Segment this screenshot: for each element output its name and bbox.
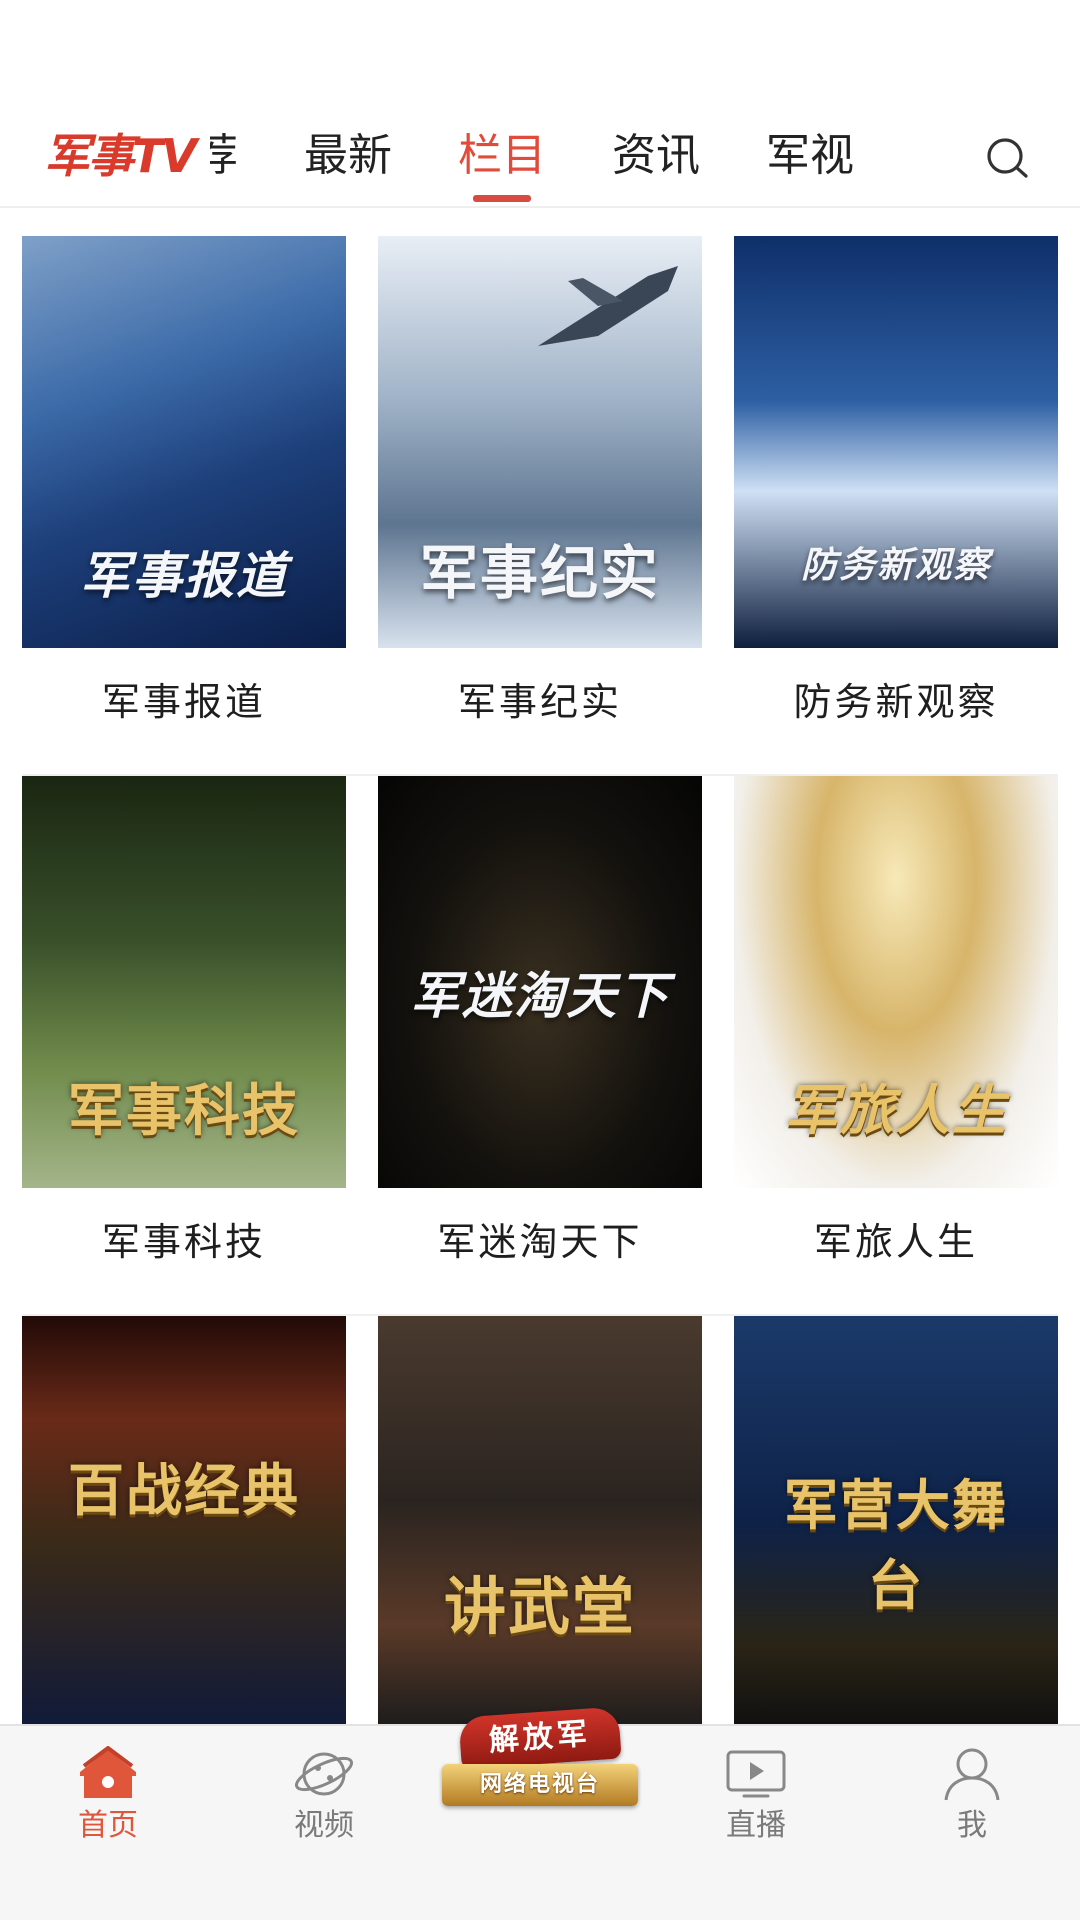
program-card[interactable]: 军迷淘天下 军迷淘天下 (378, 776, 702, 1314)
program-card[interactable]: 军事科技 军事科技 (22, 776, 346, 1314)
tab-latest[interactable]: 最新 (304, 118, 392, 194)
program-title: 军迷淘天下 (437, 1220, 643, 1264)
center-logo-top: 解放军 (458, 1706, 622, 1770)
program-poster: 军事报道 (22, 236, 346, 648)
program-title: 军旅人生 (813, 1220, 978, 1264)
category-tabs: 推荐 最新 栏目 资讯 军视 (210, 118, 938, 208)
program-row: 军事科技 军事科技 军迷淘天下 军迷淘天下 军旅人生 军旅人生 (22, 776, 1058, 1316)
poster-title: 军营大舞台 (784, 1474, 1008, 1617)
program-card[interactable]: 军事纪实 军事纪实 (378, 236, 702, 774)
search-icon[interactable] (984, 134, 1032, 182)
program-card[interactable]: 防务新观察 防务新观察 (734, 236, 1058, 774)
program-poster: 军事科技 (22, 776, 346, 1188)
nav-me-label: 我 (957, 1808, 987, 1843)
play-screen-icon (726, 1750, 786, 1798)
program-title: 防务新观察 (793, 680, 999, 724)
tab-recommend[interactable]: 推荐 (210, 118, 238, 194)
poster-title: 军事科技 (68, 1079, 300, 1144)
program-poster: 军营大舞台 (734, 1316, 1058, 1728)
user-icon (944, 1748, 1000, 1801)
poster-title: 军迷淘天下 (410, 967, 670, 1025)
program-poster: 军旅人生 (734, 776, 1058, 1188)
tab-news[interactable]: 资讯 (612, 118, 700, 194)
program-title: 军事报道 (101, 680, 266, 724)
nav-video[interactable]: 视频 (264, 1746, 384, 1846)
program-poster: 军事纪实 (378, 236, 702, 648)
tab-military-video[interactable]: 军视 (766, 118, 854, 194)
nav-live[interactable]: 直播 (696, 1746, 816, 1846)
program-poster: 军迷淘天下 (378, 776, 702, 1188)
jet-icon (538, 266, 678, 346)
program-card[interactable]: 军事报道 军事报道 (22, 236, 346, 774)
poster-title: 百战经典 (68, 1459, 300, 1524)
nav-me[interactable]: 我 (912, 1746, 1032, 1846)
program-poster: 防务新观察 (734, 236, 1058, 648)
program-card[interactable]: 军旅人生 军旅人生 (734, 776, 1058, 1314)
brand-logo-text: 军事TV (44, 129, 197, 183)
home-icon (80, 1746, 136, 1798)
nav-home[interactable]: 首页 (48, 1746, 168, 1846)
poster-title: 讲武堂 (443, 1570, 636, 1643)
pla-network-tv-logo[interactable]: 解放军 网络电视台 (438, 1704, 642, 1822)
nav-live-label: 直播 (726, 1808, 786, 1843)
program-poster: 百战经典 (22, 1316, 346, 1728)
poster-title: 防务新观察 (800, 545, 991, 586)
planet-icon (294, 1752, 354, 1796)
center-logo-bottom: 网络电视台 (442, 1764, 638, 1806)
nav-video-label: 视频 (294, 1808, 354, 1843)
tab-programs[interactable]: 栏目 (458, 118, 546, 194)
program-row: 军事报道 军事报道 军事纪实 军事纪实 防务新观察 防务新观察 (22, 236, 1058, 776)
poster-title: 军事报道 (80, 547, 288, 605)
top-navigation-bar: 军事TV 推荐 最新 栏目 资讯 军视 (0, 0, 1080, 208)
nav-home-label: 首页 (78, 1808, 138, 1843)
poster-title: 军旅人生 (784, 1079, 1008, 1142)
brand-logo: 军事TV (44, 128, 210, 184)
program-title: 军事科技 (101, 1220, 266, 1264)
poster-title: 军事纪实 (419, 539, 660, 607)
program-poster: 讲武堂 (378, 1316, 702, 1728)
program-title: 军事纪实 (457, 680, 622, 724)
program-grid: 军事报道 军事报道 军事纪实 军事纪实 防务新观察 防务新观察 军事科技 军事科… (22, 236, 1058, 1856)
bottom-tab-bar: 首页 视频 解放军 网络电视台 直播 我 (0, 1706, 1080, 1920)
